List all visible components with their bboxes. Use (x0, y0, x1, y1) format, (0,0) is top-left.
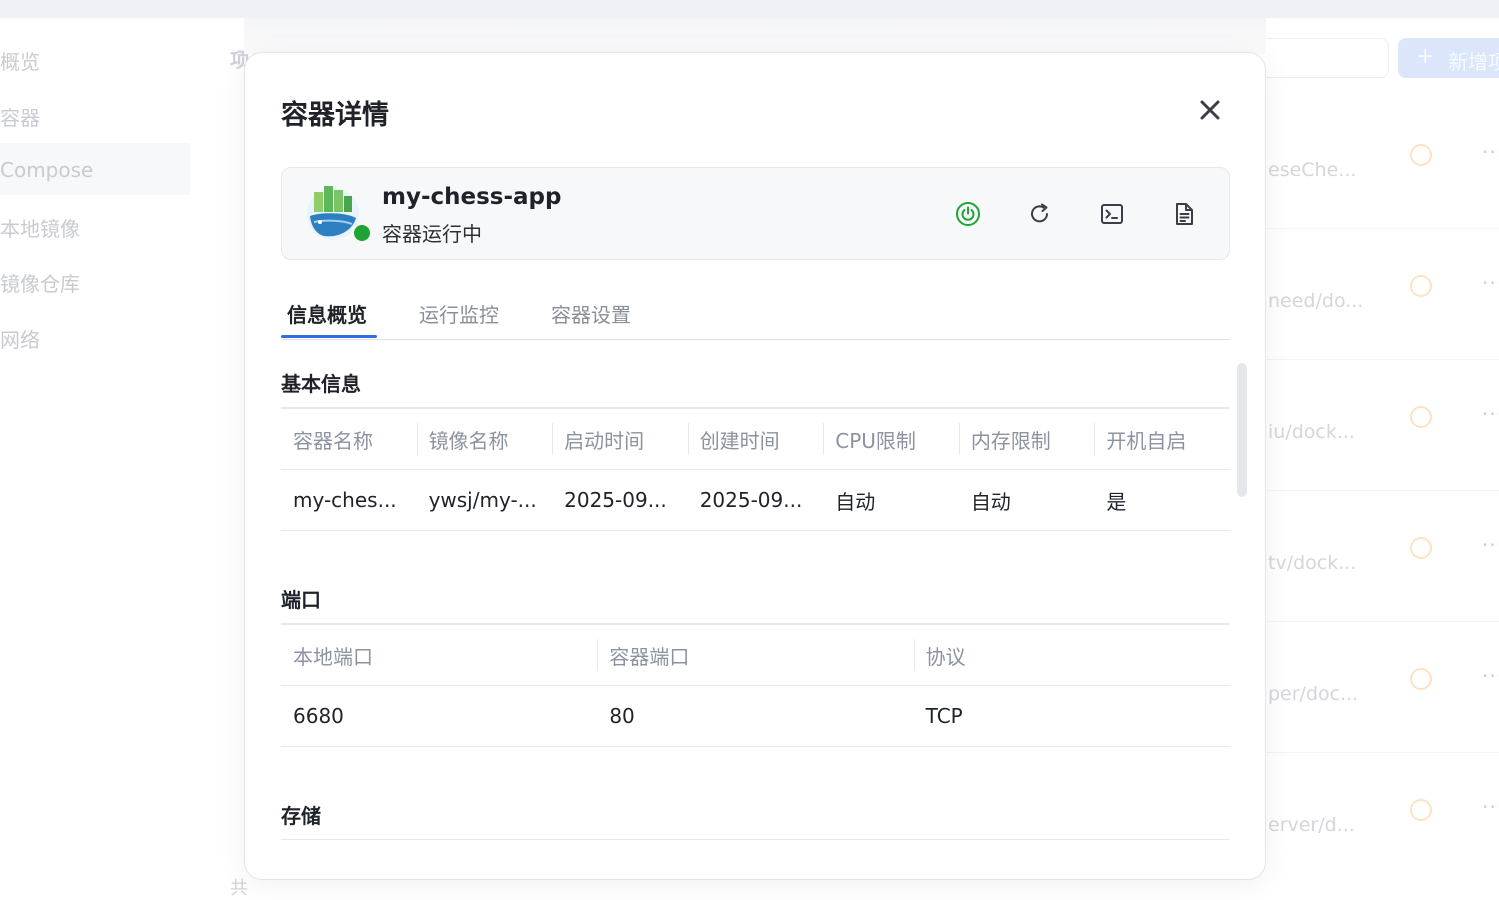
more-icon[interactable]: ··· (1482, 533, 1499, 557)
background-row-image: eseChe... (1268, 159, 1357, 181)
container-status: 容器运行中 (382, 222, 482, 246)
power-icon[interactable] (1410, 537, 1432, 559)
more-icon[interactable]: ··· (1482, 664, 1499, 688)
column-header: 启动时间 (552, 408, 688, 470)
scrollbar[interactable] (1237, 363, 1247, 497)
background-search-input[interactable] (1266, 38, 1389, 78)
sidebar-item-overview[interactable]: 概览 (0, 46, 40, 75)
running-status-dot (352, 223, 372, 243)
power-icon[interactable] (1410, 799, 1432, 821)
cell-local-port: 6680 (281, 685, 598, 747)
cell-image-name: ywsj/my-... (416, 469, 553, 531)
top-bar (0, 0, 1499, 18)
basic-info-table: 容器名称 镜像名称 启动时间 创建时间 CPU限制 内存限制 开机自启 my-c… (281, 408, 1230, 531)
tab-settings[interactable]: 容器设置 (551, 299, 631, 328)
active-tab-indicator (281, 335, 377, 338)
power-icon[interactable] (1410, 144, 1432, 166)
table-header-row: 容器名称 镜像名称 启动时间 创建时间 CPU限制 内存限制 开机自启 (281, 408, 1230, 470)
background-new-button[interactable]: + 新增项 (1398, 38, 1499, 78)
modal-backdrop-shadow (244, 18, 1266, 54)
ports-table: 本地端口 容器端口 协议 6680 80 TCP (281, 624, 1230, 747)
cell-auto-start: 是 (1094, 469, 1230, 531)
background-row-divider (1266, 621, 1499, 622)
more-icon[interactable]: ··· (1482, 271, 1499, 295)
background-row-image: need/do... (1268, 290, 1364, 312)
table-header-row: 本地端口 容器端口 协议 (281, 624, 1230, 686)
background-row-divider (1266, 490, 1499, 491)
sidebar-item-compose[interactable]: Compose (0, 158, 93, 182)
cell-container-name: my-ches... (281, 469, 417, 531)
power-icon[interactable] (1410, 406, 1432, 428)
sidebar-item-containers[interactable]: 容器 (0, 102, 40, 131)
background-row-image: per/doc... (1268, 683, 1359, 705)
cell-created-time: 2025-09... (687, 469, 824, 531)
plus-icon: + (1416, 44, 1435, 69)
section-title-storage: 存储 (281, 804, 321, 828)
overview-content: 基本信息 容器名称 镜像名称 启动时间 创建时间 CPU限制 内存限制 开机自启… (281, 340, 1230, 879)
cell-cpu-limit: 自动 (823, 469, 959, 531)
terminal-icon[interactable] (1099, 201, 1125, 227)
restart-icon[interactable] (1027, 201, 1053, 227)
column-header: 镜像名称 (416, 408, 553, 470)
new-button-label: 新增项 (1448, 50, 1499, 74)
cell-container-port: 80 (597, 685, 914, 747)
column-header: 本地端口 (281, 624, 598, 686)
log-file-icon[interactable] (1171, 201, 1197, 227)
container-detail-modal: 容器详情 my-chess-app 容器运行中 信息概览 运行监控 容器设置 基… (244, 52, 1266, 880)
cell-memory-limit: 自动 (958, 469, 1095, 531)
sidebar-item-local-images[interactable]: 本地镜像 (0, 213, 80, 242)
cell-protocol: TCP (913, 685, 1230, 747)
column-header: 容器名称 (281, 408, 417, 470)
background-row-divider (1266, 359, 1499, 360)
section-title-ports: 端口 (281, 588, 321, 612)
column-header: 容器端口 (597, 624, 914, 686)
close-icon[interactable] (1195, 95, 1225, 125)
table-top-border (281, 839, 1230, 840)
table-row: 6680 80 TCP (281, 685, 1230, 747)
power-icon[interactable] (955, 201, 981, 227)
sidebar-item-image-registry[interactable]: 镜像仓库 (0, 268, 80, 297)
background-row-divider (1266, 752, 1499, 753)
column-header: 创建时间 (687, 408, 824, 470)
background-row-divider (1266, 228, 1499, 229)
container-summary-card: my-chess-app 容器运行中 (281, 167, 1230, 260)
modal-title: 容器详情 (281, 100, 389, 131)
cell-start-time: 2025-09... (552, 469, 688, 531)
section-title-basic-info: 基本信息 (281, 372, 361, 396)
background-row-image: tv/dock... (1268, 552, 1357, 574)
background-row-image: iu/dock... (1268, 421, 1355, 443)
power-icon[interactable] (1410, 668, 1432, 690)
detail-tabs: 信息概览 运行监控 容器设置 (281, 293, 1230, 340)
column-header: 内存限制 (958, 408, 1095, 470)
power-icon[interactable] (1410, 275, 1432, 297)
column-header: 协议 (913, 624, 1230, 686)
more-icon[interactable]: ··· (1482, 402, 1499, 426)
background-total-label: 共 (230, 878, 248, 899)
table-row: my-ches... ywsj/my-... 2025-09... 2025-0… (281, 469, 1230, 531)
container-name: my-chess-app (382, 184, 562, 210)
more-icon[interactable]: ··· (1482, 140, 1499, 164)
column-header: 开机自启 (1094, 408, 1230, 470)
sidebar-item-network[interactable]: 网络 (0, 324, 40, 353)
background-row-image: erver/d... (1268, 814, 1355, 836)
column-header: CPU限制 (823, 408, 959, 470)
more-icon[interactable]: ··· (1482, 795, 1499, 819)
tab-overview[interactable]: 信息概览 (287, 299, 367, 328)
tab-monitoring[interactable]: 运行监控 (419, 299, 499, 328)
